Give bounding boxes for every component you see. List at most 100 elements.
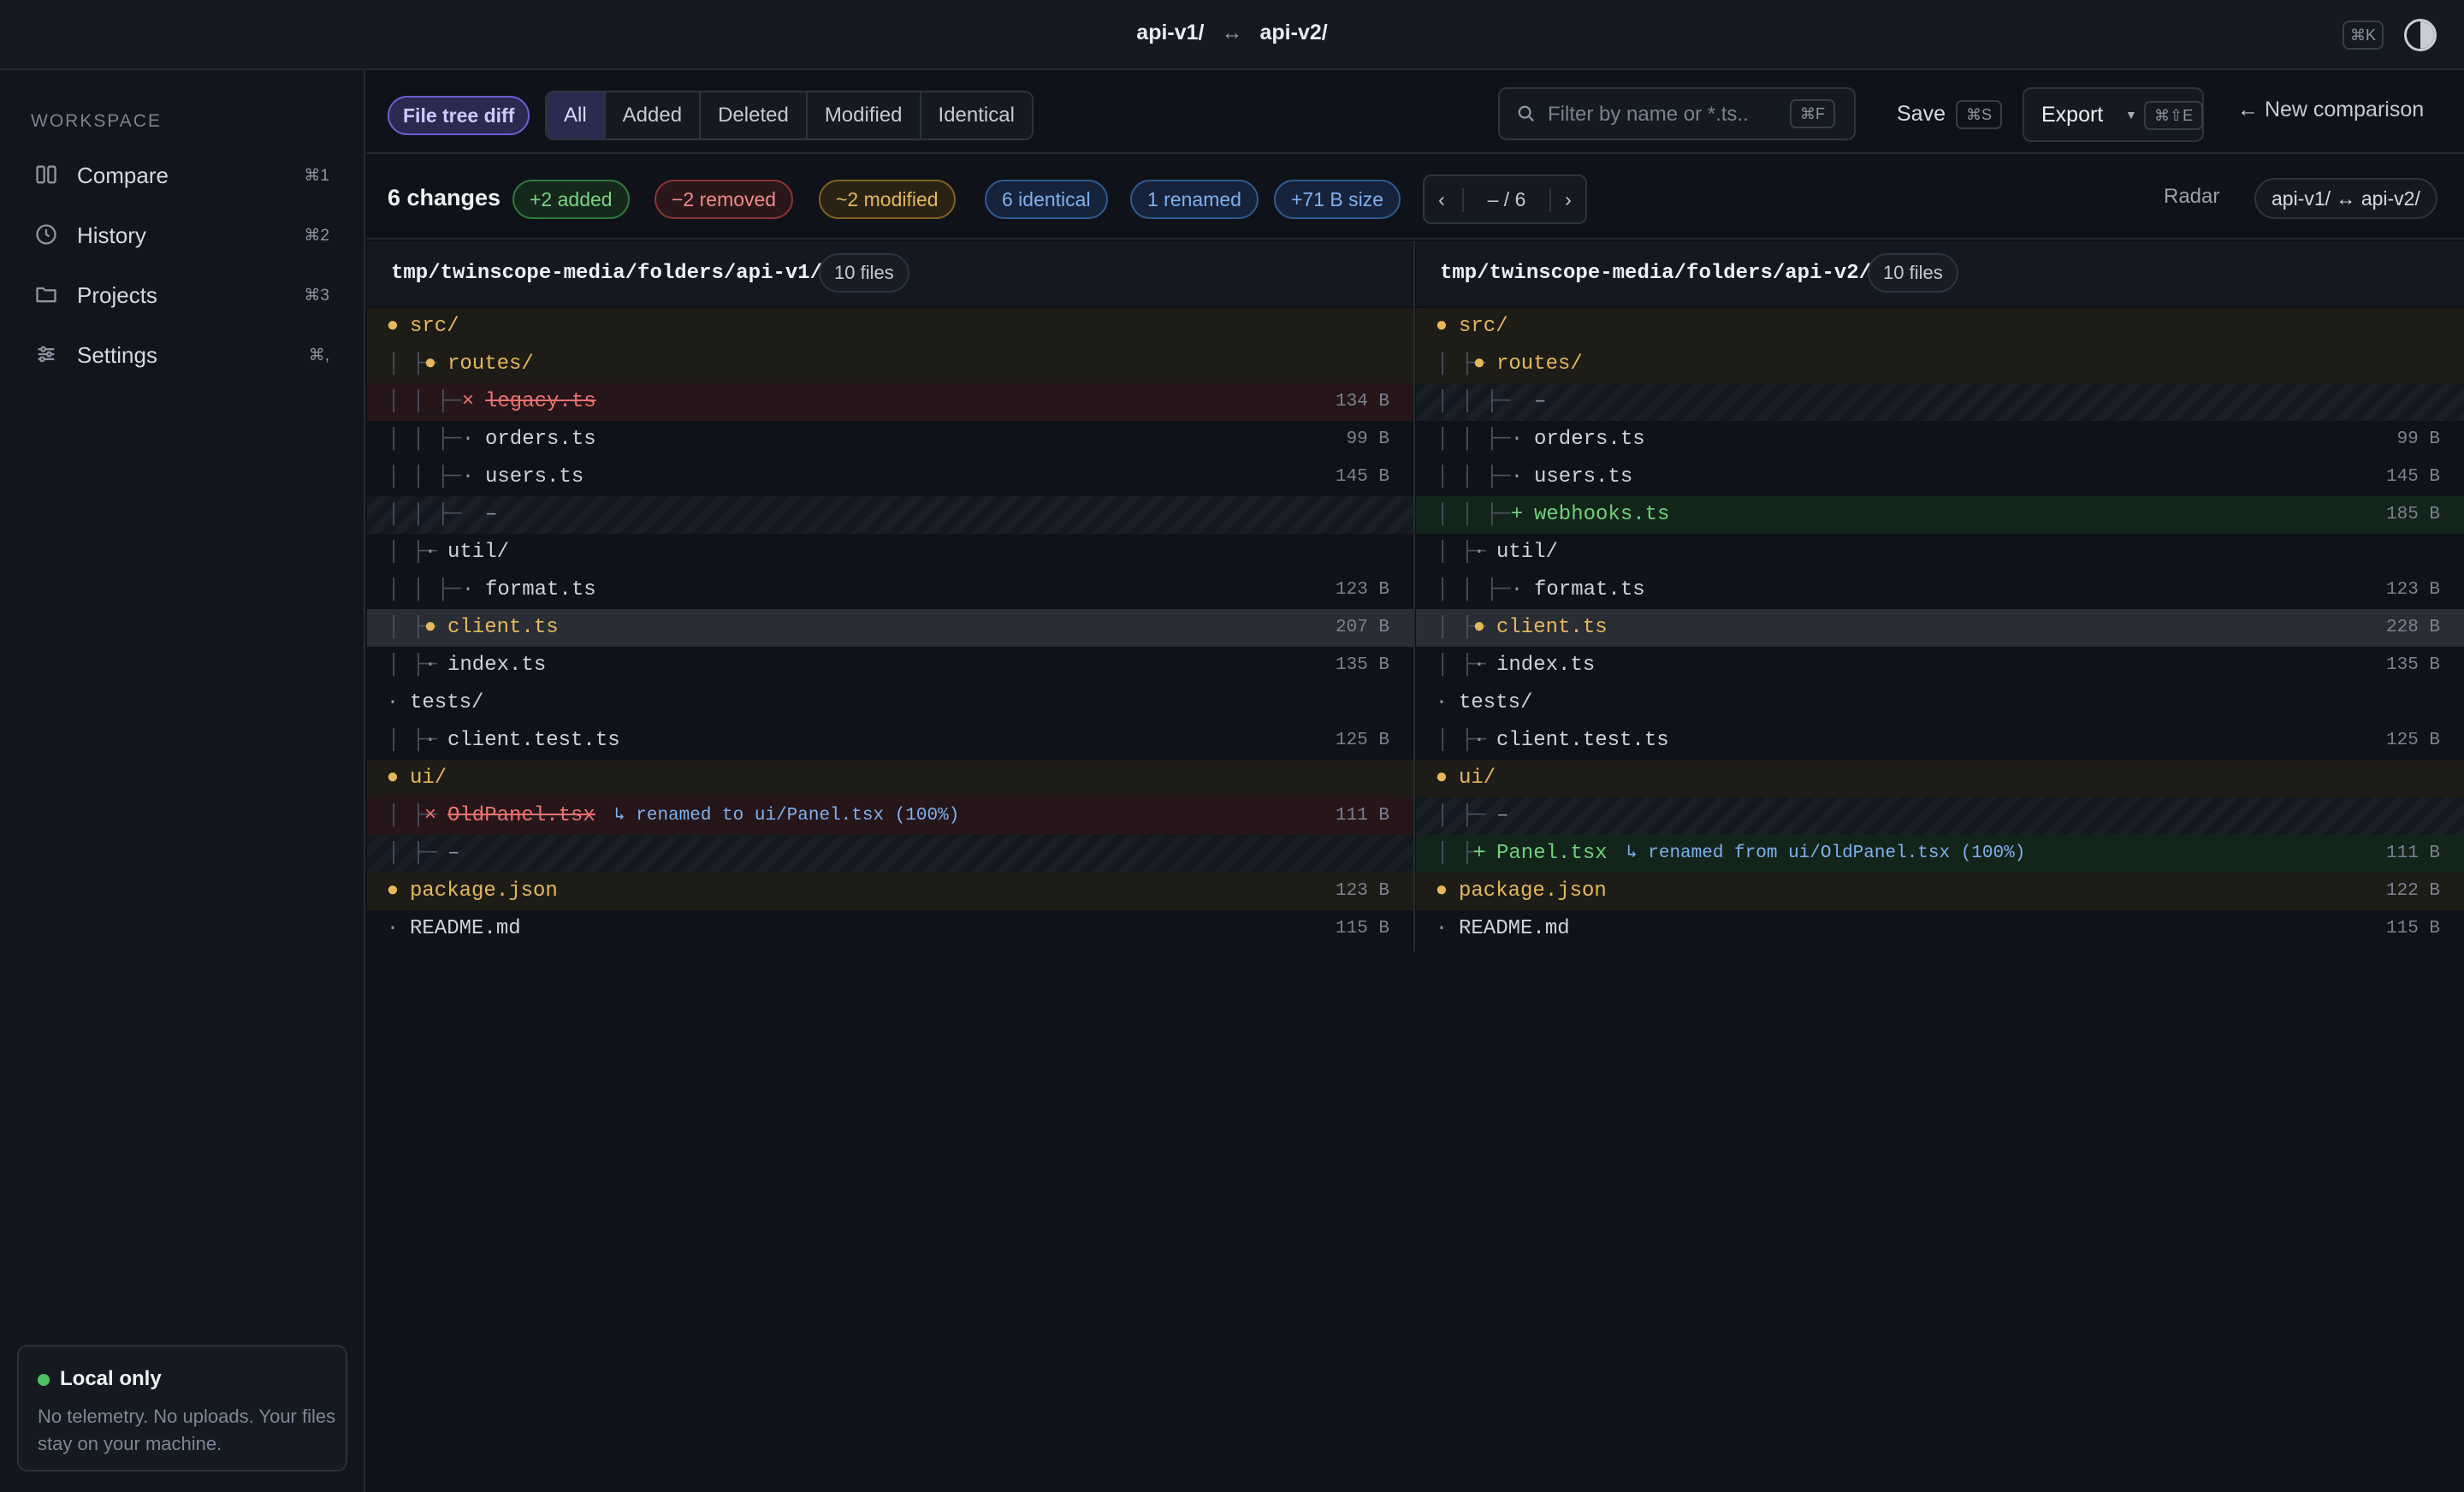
sidebar-item-compare[interactable]: Compare ⌘1 [0,145,364,204]
filter-identical[interactable]: Identical [921,92,1032,139]
file-tree-row[interactable]: │ ├─ · client.test.ts 125 B [1416,722,2464,760]
renamed-badge[interactable]: 1 renamed [1130,180,1259,219]
status-mark-icon: ● [1472,352,1486,376]
file-name: client.test.ts [1496,729,1669,752]
radar-button[interactable]: Radar [2164,185,2219,209]
file-name: src/ [1459,315,1508,338]
modified-badge[interactable]: ~2 modified [819,180,956,219]
added-badge[interactable]: +2 added [512,180,630,219]
file-tree-row[interactable]: │ ├─ × OldPanel.tsx ↳ renamed to ui/Panel.t… [367,797,1413,835]
file-tree-diff-mode[interactable]: File tree diff [388,96,530,135]
file-tree-row[interactable]: │ ├─ + Panel.tsx ↳ renamed from ui/OldPanel… [1416,835,2464,873]
status-mark-icon: · [386,917,400,940]
status-dot-icon [38,1374,50,1386]
sidebar-item-settings[interactable]: Settings ⌘, [0,325,364,383]
file-tree-row[interactable]: · README.md 115 B [367,910,1413,948]
file-size: 145 B [2385,467,2440,487]
file-tree-row[interactable]: │ │ ├─ · users.ts 145 B [367,459,1413,496]
status-mark-icon: ● [1435,879,1448,903]
file-size: 134 B [1335,392,1389,411]
file-tree-row[interactable]: │ ├─ · client.test.ts 125 B [367,722,1413,760]
file-name: client.ts [447,616,559,639]
export-button[interactable]: Export ▼ ⌘⇧E [2023,87,2204,142]
chevron-left-icon[interactable]: ‹ [1426,188,1457,211]
filter-deleted[interactable]: Deleted [701,92,808,139]
filter-modified[interactable]: Modified [808,92,921,139]
export-shortcut: ⌘⇧E [2144,101,2204,130]
left-pane: tmp/twinscope-media/folders/api-v1/ 10 f… [367,241,1415,951]
file-size: 115 B [1335,919,1389,938]
file-tree-row[interactable]: │ ├─ · index.ts 135 B [367,647,1413,684]
file-tree-row[interactable]: │ │ ├─ × legacy.ts 134 B [367,383,1413,421]
file-size: 123 B [1335,580,1389,600]
file-size: 228 B [2385,618,2440,637]
file-tree-row[interactable]: │ │ ├─ · orders.ts 99 B [367,421,1413,459]
sliders-icon [38,346,55,363]
file-tree-row[interactable]: ● ui/ [367,760,1413,797]
tree-guide: │ ├─ [388,842,437,865]
status-mark-icon: · [424,729,437,752]
file-size: 123 B [2385,580,2440,600]
file-tree-row[interactable]: ● src/ [1416,308,2464,346]
file-tree-row[interactable]: │ │ ├─ · users.ts 145 B [1416,459,2464,496]
file-tree-row[interactable]: │ │ ├─ – [367,496,1413,534]
file-tree-row[interactable]: │ ├─ · util/ [1416,534,2464,571]
file-tree-row[interactable]: │ ├─ – [1416,797,2464,835]
file-tree-row[interactable]: ● package.json 123 B [367,873,1413,910]
command-palette-button[interactable]: ⌘K [2343,21,2384,50]
file-tree-row[interactable]: │ │ ├─ · format.ts 123 B [1416,571,2464,609]
status-mark-icon: + [1510,503,1524,526]
local-only-description: No telemetry. No uploads. Your files sta… [38,1406,336,1454]
file-name: index.ts [447,654,547,677]
file-tree-row[interactable]: ● src/ [367,308,1413,346]
identical-badge[interactable]: 6 identical [985,180,1108,219]
file-tree-row[interactable]: │ ├─ ● routes/ [367,346,1413,383]
file-tree-row[interactable]: │ │ ├─ · format.ts 123 B [367,571,1413,609]
right-file-tree: ● src/│ ├─ ● routes/│ │ ├─ – │ │ ├─ · orders.ts… [1416,308,2464,948]
status-mark-icon: · [461,578,475,601]
sidebar-item-history[interactable]: History ⌘2 [0,205,364,263]
filter-all[interactable]: All [547,92,606,139]
half-circle-icon[interactable] [2404,19,2437,51]
removed-badge[interactable]: −2 removed [654,180,794,219]
status-mark-icon: ● [1435,767,1448,790]
summary-bar: 6 changes +2 added −2 removed ~2 modifie… [367,156,2464,240]
file-name: users.ts [1534,465,1633,488]
file-tree-row[interactable]: · tests/ [367,684,1413,722]
sidebar-item-projects[interactable]: Projects ⌘3 [0,265,364,323]
file-name: – [1534,390,1547,413]
file-tree-row[interactable]: │ ├─ · index.ts 135 B [1416,647,2464,684]
file-tree-row[interactable]: │ ├─ ● client.ts 207 B [367,609,1413,647]
local-only-card: Local only No telemetry. No uploads. You… [17,1345,347,1471]
file-size: 125 B [2385,731,2440,750]
file-name: util/ [1496,541,1559,564]
file-name: webhooks.ts [1534,503,1670,526]
filter-added[interactable]: Added [606,92,702,139]
file-tree-row[interactable]: │ │ ├─ – [1416,383,2464,421]
tree-guide: │ │ ├─ [388,428,462,451]
tree-guide: │ │ ├─ [388,390,462,413]
file-tree-row[interactable]: ● ui/ [1416,760,2464,797]
comparison-pair-chip[interactable]: api-v1/ ↔ api-v2/ [2254,178,2437,219]
file-tree-row[interactable]: │ ├─ · util/ [367,534,1413,571]
file-tree-row[interactable]: │ │ ├─ · orders.ts 99 B [1416,421,2464,459]
file-name: – [1496,804,1509,827]
file-size: 99 B [2396,429,2440,449]
file-tree-row[interactable]: │ ├─ ● client.ts 228 B [1416,609,2464,647]
file-tree-row[interactable]: ● package.json 122 B [1416,873,2464,910]
save-button[interactable]: Save ⌘S [1886,87,2012,140]
file-tree-row[interactable]: │ ├─ – [367,835,1413,873]
file-name: – [485,503,498,526]
filter-input[interactable] [1548,99,1787,130]
chevron-down-icon: ▼ [2125,108,2137,121]
tree-guide: │ │ ├─ [1436,503,1511,526]
pager-divider [1462,188,1464,212]
file-tree-row[interactable]: · tests/ [1416,684,2464,722]
file-tree-row[interactable]: │ ├─ ● routes/ [1416,346,2464,383]
toolbar: File tree diff All Added Deleted Modifie… [367,72,2464,154]
file-tree-row[interactable]: │ │ ├─ + webhooks.ts 185 B [1416,496,2464,534]
file-size: 99 B [1346,429,1389,449]
file-tree-row[interactable]: · README.md 115 B [1416,910,2464,948]
chevron-right-icon[interactable]: › [1553,188,1584,211]
new-comparison-button[interactable]: ← New comparison [2237,98,2424,122]
